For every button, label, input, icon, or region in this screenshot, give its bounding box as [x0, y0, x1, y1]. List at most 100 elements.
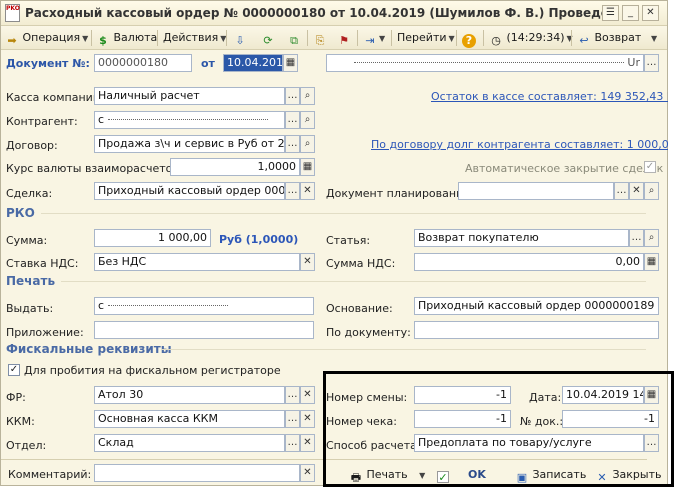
search-icon[interactable]: ⌕	[300, 135, 315, 153]
select-button[interactable]: …	[644, 54, 659, 72]
desktop-background	[668, 0, 679, 499]
cash-balance-link[interactable]: Остаток в кассе составляет: 149 352,43 Р…	[431, 90, 679, 103]
sum-label: Сумма:	[6, 234, 48, 247]
print-button[interactable]: 🖶 Печать ▼	[349, 466, 426, 484]
comment-field[interactable]	[94, 464, 300, 482]
check-button[interactable]: ✓	[437, 466, 449, 483]
help-button[interactable]: ?	[462, 29, 476, 48]
shift-number-field[interactable]: -1	[414, 386, 511, 404]
clear-icon[interactable]: ✕	[300, 386, 315, 404]
actions-label: Действия	[163, 31, 219, 44]
fiscal-date-field[interactable]: 10.04.2019 14:3	[562, 386, 644, 404]
separator	[91, 30, 92, 46]
contractor-field[interactable]: c	[94, 111, 285, 129]
operation-label: Операция	[22, 31, 81, 44]
fr-label: ФР:	[6, 391, 26, 404]
select-button[interactable]: …	[285, 87, 300, 105]
select-button[interactable]: …	[629, 229, 644, 247]
separator	[456, 30, 457, 46]
select-button[interactable]: …	[285, 111, 300, 129]
kkm-field[interactable]: Основная касса ККМ	[94, 410, 285, 428]
clear-icon[interactable]: ✕	[300, 434, 315, 452]
vat-rate-field[interactable]: Без НДС	[94, 253, 300, 271]
issue-to-value: c	[98, 299, 105, 312]
payment-method-field[interactable]: Предоплата по товару/услуге	[414, 434, 644, 452]
exchange-rate-field[interactable]: 1,0000	[170, 158, 300, 176]
date-from-label: от	[201, 57, 215, 70]
ok-button[interactable]: OK	[468, 466, 486, 483]
planning-document-field[interactable]	[458, 182, 614, 200]
separator	[157, 30, 158, 46]
select-button[interactable]: …	[285, 410, 300, 428]
select-button[interactable]: …	[285, 434, 300, 452]
clear-icon[interactable]: ✕	[300, 253, 315, 271]
close-label: Закрыть	[612, 468, 662, 481]
close-icon[interactable]: ✕	[642, 5, 659, 21]
check-number-field[interactable]: -1	[414, 410, 511, 428]
issue-to-field[interactable]: c	[94, 297, 314, 315]
select-button[interactable]: …	[285, 135, 300, 153]
section-divider	[161, 349, 646, 350]
return-button[interactable]: ↩ Возврат	[577, 29, 641, 47]
doc-number-field[interactable]: -1	[562, 410, 659, 428]
document-date-field[interactable]: 10.04.2019	[223, 54, 283, 72]
search-icon[interactable]: ⌕	[644, 182, 659, 200]
document-number-field[interactable]: 0000000180	[94, 54, 192, 72]
fiscal-register-checkbox[interactable]: ✓	[8, 364, 20, 376]
contract-field[interactable]: Продажа з\ч и сервис в Руб от 21.12	[94, 135, 285, 153]
based-on-button[interactable]: ⎘	[313, 29, 327, 47]
search-icon[interactable]: ⌕	[300, 87, 315, 105]
minimize-icon[interactable]: _	[622, 5, 639, 21]
operation-button[interactable]: ➡ Операция ▼	[5, 29, 88, 47]
actions-menu-icon[interactable]: ☰	[602, 5, 619, 21]
separator	[357, 30, 358, 46]
vat-sum-label: Сумма НДС:	[326, 257, 396, 270]
post-document-button[interactable]: ⇩	[233, 29, 247, 47]
auto-close-checkbox[interactable]: ✓	[644, 161, 656, 173]
save-button[interactable]: ▣ Записать	[515, 466, 587, 484]
time-button[interactable]: ◷ (14:29:34) ▼	[489, 29, 572, 47]
fr-field[interactable]: Атол 30	[94, 386, 285, 404]
refresh-button[interactable]: ⟳	[261, 29, 275, 47]
calculator-icon[interactable]: ▦	[644, 253, 659, 271]
by-document-field[interactable]	[414, 321, 659, 339]
select-button[interactable]: …	[614, 182, 629, 200]
currency-button[interactable]: $ Валюта	[96, 29, 157, 47]
structure-button[interactable]: ⚑	[337, 29, 351, 47]
clear-icon[interactable]: ✕	[629, 182, 644, 200]
goto-button[interactable]: Перейти ▼	[397, 29, 455, 47]
deal-field[interactable]: Приходный кассовый ордер 0000000	[94, 182, 285, 200]
select-button[interactable]: …	[285, 386, 300, 404]
clear-icon[interactable]: ✕	[300, 182, 315, 200]
section-divider	[41, 213, 646, 214]
cash-field[interactable]: Наличный расчет	[94, 87, 285, 105]
organization-field[interactable]: Ur	[326, 54, 644, 72]
calendar-icon[interactable]: ▦	[644, 386, 659, 404]
select-button[interactable]: …	[644, 434, 659, 452]
vat-sum-field[interactable]: 0,00	[414, 253, 644, 271]
goto-label: Перейти	[397, 31, 447, 44]
clear-icon[interactable]: ✕	[300, 464, 315, 482]
copy-button[interactable]: ⧉	[287, 29, 301, 47]
movements-button[interactable]: ⇥ ▼	[363, 29, 385, 47]
search-icon[interactable]: ⌕	[644, 229, 659, 247]
planning-document-label: Документ планирования:	[326, 187, 474, 200]
clear-icon[interactable]: ✕	[300, 410, 315, 428]
toolbar-overflow-icon[interactable]: ▼	[649, 29, 657, 47]
check-number-label: Номер чека:	[326, 415, 397, 428]
calendar-icon[interactable]: ▦	[283, 54, 298, 72]
basis-field[interactable]: Приходный кассовый ордер 0000000189 от 1…	[414, 297, 659, 315]
actions-button[interactable]: Действия ▼	[163, 29, 226, 47]
department-field[interactable]: Склад	[94, 434, 285, 452]
contract-debt-link[interactable]: По договору долг контрагента составляет:…	[371, 138, 679, 151]
search-icon[interactable]: ⌕	[300, 111, 315, 129]
exchange-rate-label: Курс валюты взаиморасчетов:	[6, 162, 183, 175]
calculator-icon[interactable]: ▦	[300, 158, 315, 176]
sum-field[interactable]: 1 000,00	[94, 229, 211, 247]
select-button[interactable]: …	[285, 182, 300, 200]
auto-close-label: Автоматическое закрытие сделок	[465, 162, 664, 175]
close-button[interactable]: ✕ Закрыть	[595, 466, 662, 484]
document-icon: PKO	[5, 4, 20, 22]
article-field[interactable]: Возврат покупателю	[414, 229, 629, 247]
attachment-field[interactable]	[94, 321, 314, 339]
